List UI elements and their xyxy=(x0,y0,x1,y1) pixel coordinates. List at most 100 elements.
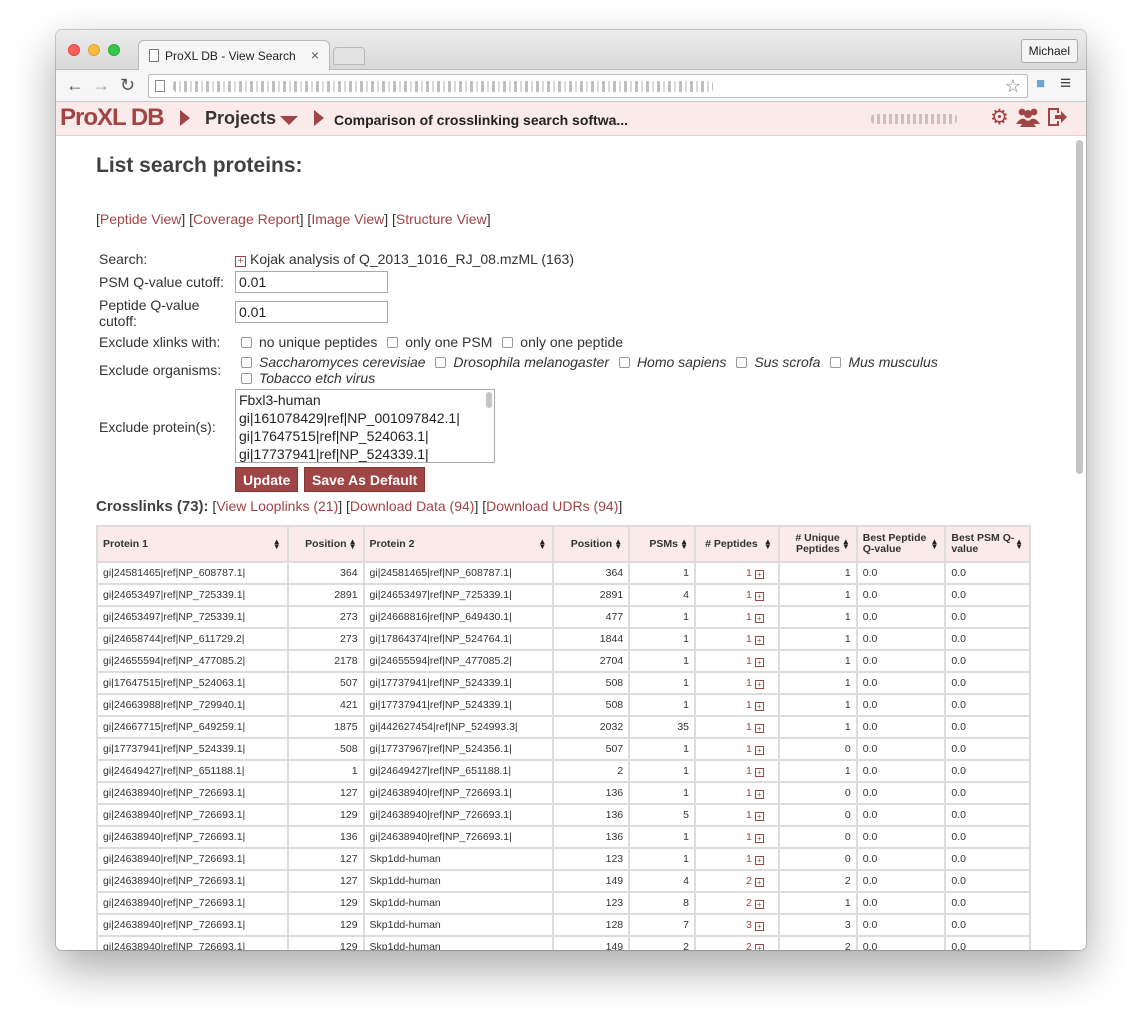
table-row[interactable]: gi|24581465|ref|NP_608787.1| 364 gi|245814… xyxy=(96,561,1031,585)
menu-icon[interactable]: ≡ xyxy=(1060,73,1071,95)
col-header-protein1[interactable]: Protein 1 ▲ ▼ xyxy=(96,525,289,563)
table-row[interactable]: gi|24653497|ref|NP_725339.1| 2891 gi|24653… xyxy=(96,583,1031,607)
back-icon[interactable]: ← xyxy=(66,75,84,95)
expand-peptides-icon[interactable]: + xyxy=(754,746,764,755)
camera-icon[interactable]: ■ xyxy=(1036,75,1045,92)
table-cell[interactable]: 1 + xyxy=(694,759,780,783)
expand-peptides-icon[interactable]: + xyxy=(754,790,764,799)
table-row[interactable]: gi|24638940|ref|NP_726693.1| 136 gi|246389… xyxy=(96,825,1031,849)
table-cell[interactable]: 1 + xyxy=(694,847,780,871)
page-scrollbar[interactable] xyxy=(1076,136,1084,946)
table-row[interactable]: gi|24638940|ref|NP_726693.1| 127 gi|246389… xyxy=(96,781,1031,805)
caret-down-icon[interactable] xyxy=(280,116,298,125)
table-row[interactable]: gi|24649427|ref|NP_651188.1| 1 gi|24649427… xyxy=(96,759,1031,783)
expand-peptides-icon[interactable]: + xyxy=(754,570,764,579)
table-row[interactable]: gi|24658744|ref|NP_611729.2| 273 gi|178643… xyxy=(96,627,1031,651)
table-row[interactable]: gi|24638940|ref|NP_726693.1| 129 gi|246389… xyxy=(96,803,1031,827)
projects-menu[interactable]: Projects xyxy=(205,108,276,129)
table-cell[interactable]: 1 + xyxy=(694,781,780,805)
expand-peptides-icon[interactable]: + xyxy=(754,922,764,931)
scrollbar-thumb[interactable] xyxy=(1076,140,1083,474)
table-row[interactable]: gi|17737941|ref|NP_524339.1| 508 gi|177379… xyxy=(96,737,1031,761)
no-unique-peptides-checkbox[interactable] xyxy=(241,337,252,348)
organism-checkbox[interactable] xyxy=(618,357,630,368)
expand-peptides-icon[interactable]: + xyxy=(754,636,764,645)
expand-peptides-icon[interactable]: + xyxy=(754,768,764,777)
table-row[interactable]: gi|24663988|ref|NP_729940.1| 421 gi|177379… xyxy=(96,693,1031,717)
only-one-psm-checkbox[interactable] xyxy=(387,337,399,348)
expand-peptides-icon[interactable]: + xyxy=(754,834,764,843)
organism-checkbox[interactable] xyxy=(241,373,252,384)
expand-search-icon[interactable]: + xyxy=(235,256,246,267)
tab-close-icon[interactable]: × xyxy=(311,47,319,63)
peptide-qvalue-input[interactable] xyxy=(235,301,388,323)
expand-peptides-icon[interactable]: + xyxy=(754,856,764,865)
expand-peptides-icon[interactable]: + xyxy=(754,878,764,887)
organism-checkbox[interactable] xyxy=(830,357,842,368)
table-cell[interactable]: 3 + xyxy=(694,913,780,937)
expand-peptides-icon[interactable]: + xyxy=(754,900,764,909)
expand-peptides-icon[interactable]: + xyxy=(754,702,764,711)
col-header-peptides[interactable]: # Peptides ▲ ▼ xyxy=(694,525,780,563)
table-row[interactable]: gi|24667715|ref|NP_649259.1| 1875 gi|44262… xyxy=(96,715,1031,739)
table-row[interactable]: gi|24655594|ref|NP_477085.2| 2178 gi|24655… xyxy=(96,649,1031,673)
table-row[interactable]: gi|24638940|ref|NP_726693.1| 127 Skp1dd-hu… xyxy=(96,869,1031,893)
gear-icon[interactable]: ⚙ xyxy=(990,106,1009,130)
expand-peptides-icon[interactable]: + xyxy=(754,724,764,733)
coverage-report-link[interactable]: Coverage Report xyxy=(193,211,300,227)
download-data-link[interactable]: Download Data (94) xyxy=(350,498,475,514)
table-cell[interactable]: 1 + xyxy=(694,671,780,695)
browser-tab[interactable]: ProXL DB - View Search × xyxy=(138,40,330,71)
col-header-position1[interactable]: Position ▲ ▼ xyxy=(286,525,365,563)
table-cell[interactable]: 2 + xyxy=(694,869,780,893)
close-window-button[interactable] xyxy=(68,44,80,56)
col-header-unique-peptides[interactable]: # Unique Peptides ▲ ▼ xyxy=(777,525,858,563)
update-button[interactable]: Update xyxy=(235,467,299,492)
expand-peptides-icon[interactable]: + xyxy=(754,592,764,601)
table-row[interactable]: gi|24638940|ref|NP_726693.1| 129 Skp1dd-hu… xyxy=(96,891,1031,915)
zoom-window-button[interactable] xyxy=(108,44,120,56)
col-header-best-psm-qvalue[interactable]: Best PSM Q-value ▲ ▼ xyxy=(944,525,1031,563)
table-row[interactable]: gi|24638940|ref|NP_726693.1| 127 Skp1dd-hu… xyxy=(96,847,1031,871)
protein-option[interactable]: gi|161078429|ref|NP_001097842.1| xyxy=(239,409,491,427)
col-header-psms[interactable]: PSMs ▲ ▼ xyxy=(628,525,697,563)
table-cell[interactable]: 1 + xyxy=(694,605,780,629)
table-cell[interactable]: 1 + xyxy=(694,561,780,585)
table-cell[interactable]: 1 + xyxy=(694,649,780,673)
col-header-best-peptide-qvalue[interactable]: Best Peptide Q-value ▲ ▼ xyxy=(855,525,947,563)
table-row[interactable]: gi|24638940|ref|NP_726693.1| 129 Skp1dd-hu… xyxy=(96,935,1031,950)
app-logo[interactable]: ProXL DB xyxy=(60,104,165,132)
address-bar[interactable]: ☆ xyxy=(148,74,1028,98)
organism-checkbox[interactable] xyxy=(736,357,748,368)
table-cell[interactable]: 1 + xyxy=(694,825,780,849)
col-header-position2[interactable]: Position ▲ ▼ xyxy=(552,525,631,563)
reload-icon[interactable]: ↻ xyxy=(120,75,135,95)
only-one-peptide-checkbox[interactable] xyxy=(502,337,514,348)
table-row[interactable]: gi|24638940|ref|NP_726693.1| 129 Skp1dd-hu… xyxy=(96,913,1031,937)
breadcrumb-project-title[interactable]: Comparison of crosslinking search softwa… xyxy=(334,112,628,128)
table-cell[interactable]: 1 + xyxy=(694,693,780,717)
table-cell[interactable]: 1 + xyxy=(694,803,780,827)
table-cell[interactable]: 2 + xyxy=(694,891,780,915)
protein-option[interactable]: gi|17737941|ref|NP_524339.1| xyxy=(239,445,491,462)
image-view-link[interactable]: Image View xyxy=(311,211,384,227)
save-as-default-button[interactable]: Save As Default xyxy=(304,467,426,492)
peptide-view-link[interactable]: Peptide View xyxy=(100,211,181,227)
table-cell[interactable]: 1 + xyxy=(694,737,780,761)
bookmark-star-icon[interactable]: ☆ xyxy=(1005,76,1021,97)
table-cell[interactable]: 1 + xyxy=(694,583,780,607)
organism-checkbox[interactable] xyxy=(435,357,447,368)
exclude-proteins-listbox[interactable]: Fbxl3-human gi|161078429|ref|NP_00109784… xyxy=(235,389,495,463)
protein-option[interactable]: Fbxl3-human xyxy=(239,391,491,409)
users-icon[interactable] xyxy=(1016,106,1040,134)
organism-checkbox[interactable] xyxy=(241,357,252,368)
minimize-window-button[interactable] xyxy=(88,44,100,56)
sign-out-icon[interactable] xyxy=(1046,106,1068,134)
protein-option[interactable]: gi|17647515|ref|NP_524063.1| xyxy=(239,427,491,445)
table-cell[interactable]: 1 + xyxy=(694,627,780,651)
expand-peptides-icon[interactable]: + xyxy=(754,658,764,667)
listbox-scrollbar[interactable] xyxy=(486,392,492,408)
table-row[interactable]: gi|17647515|ref|NP_524063.1| 507 gi|177379… xyxy=(96,671,1031,695)
expand-peptides-icon[interactable]: + xyxy=(754,944,764,950)
profile-button[interactable]: Michael xyxy=(1020,39,1078,63)
